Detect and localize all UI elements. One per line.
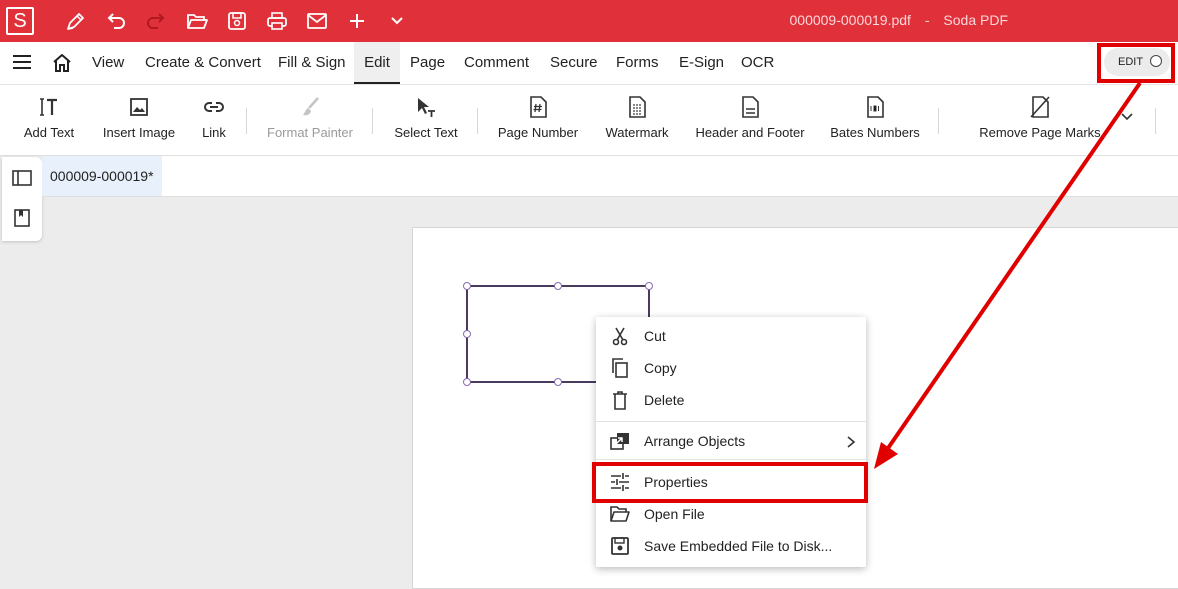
annotation-arrow <box>874 81 1142 469</box>
